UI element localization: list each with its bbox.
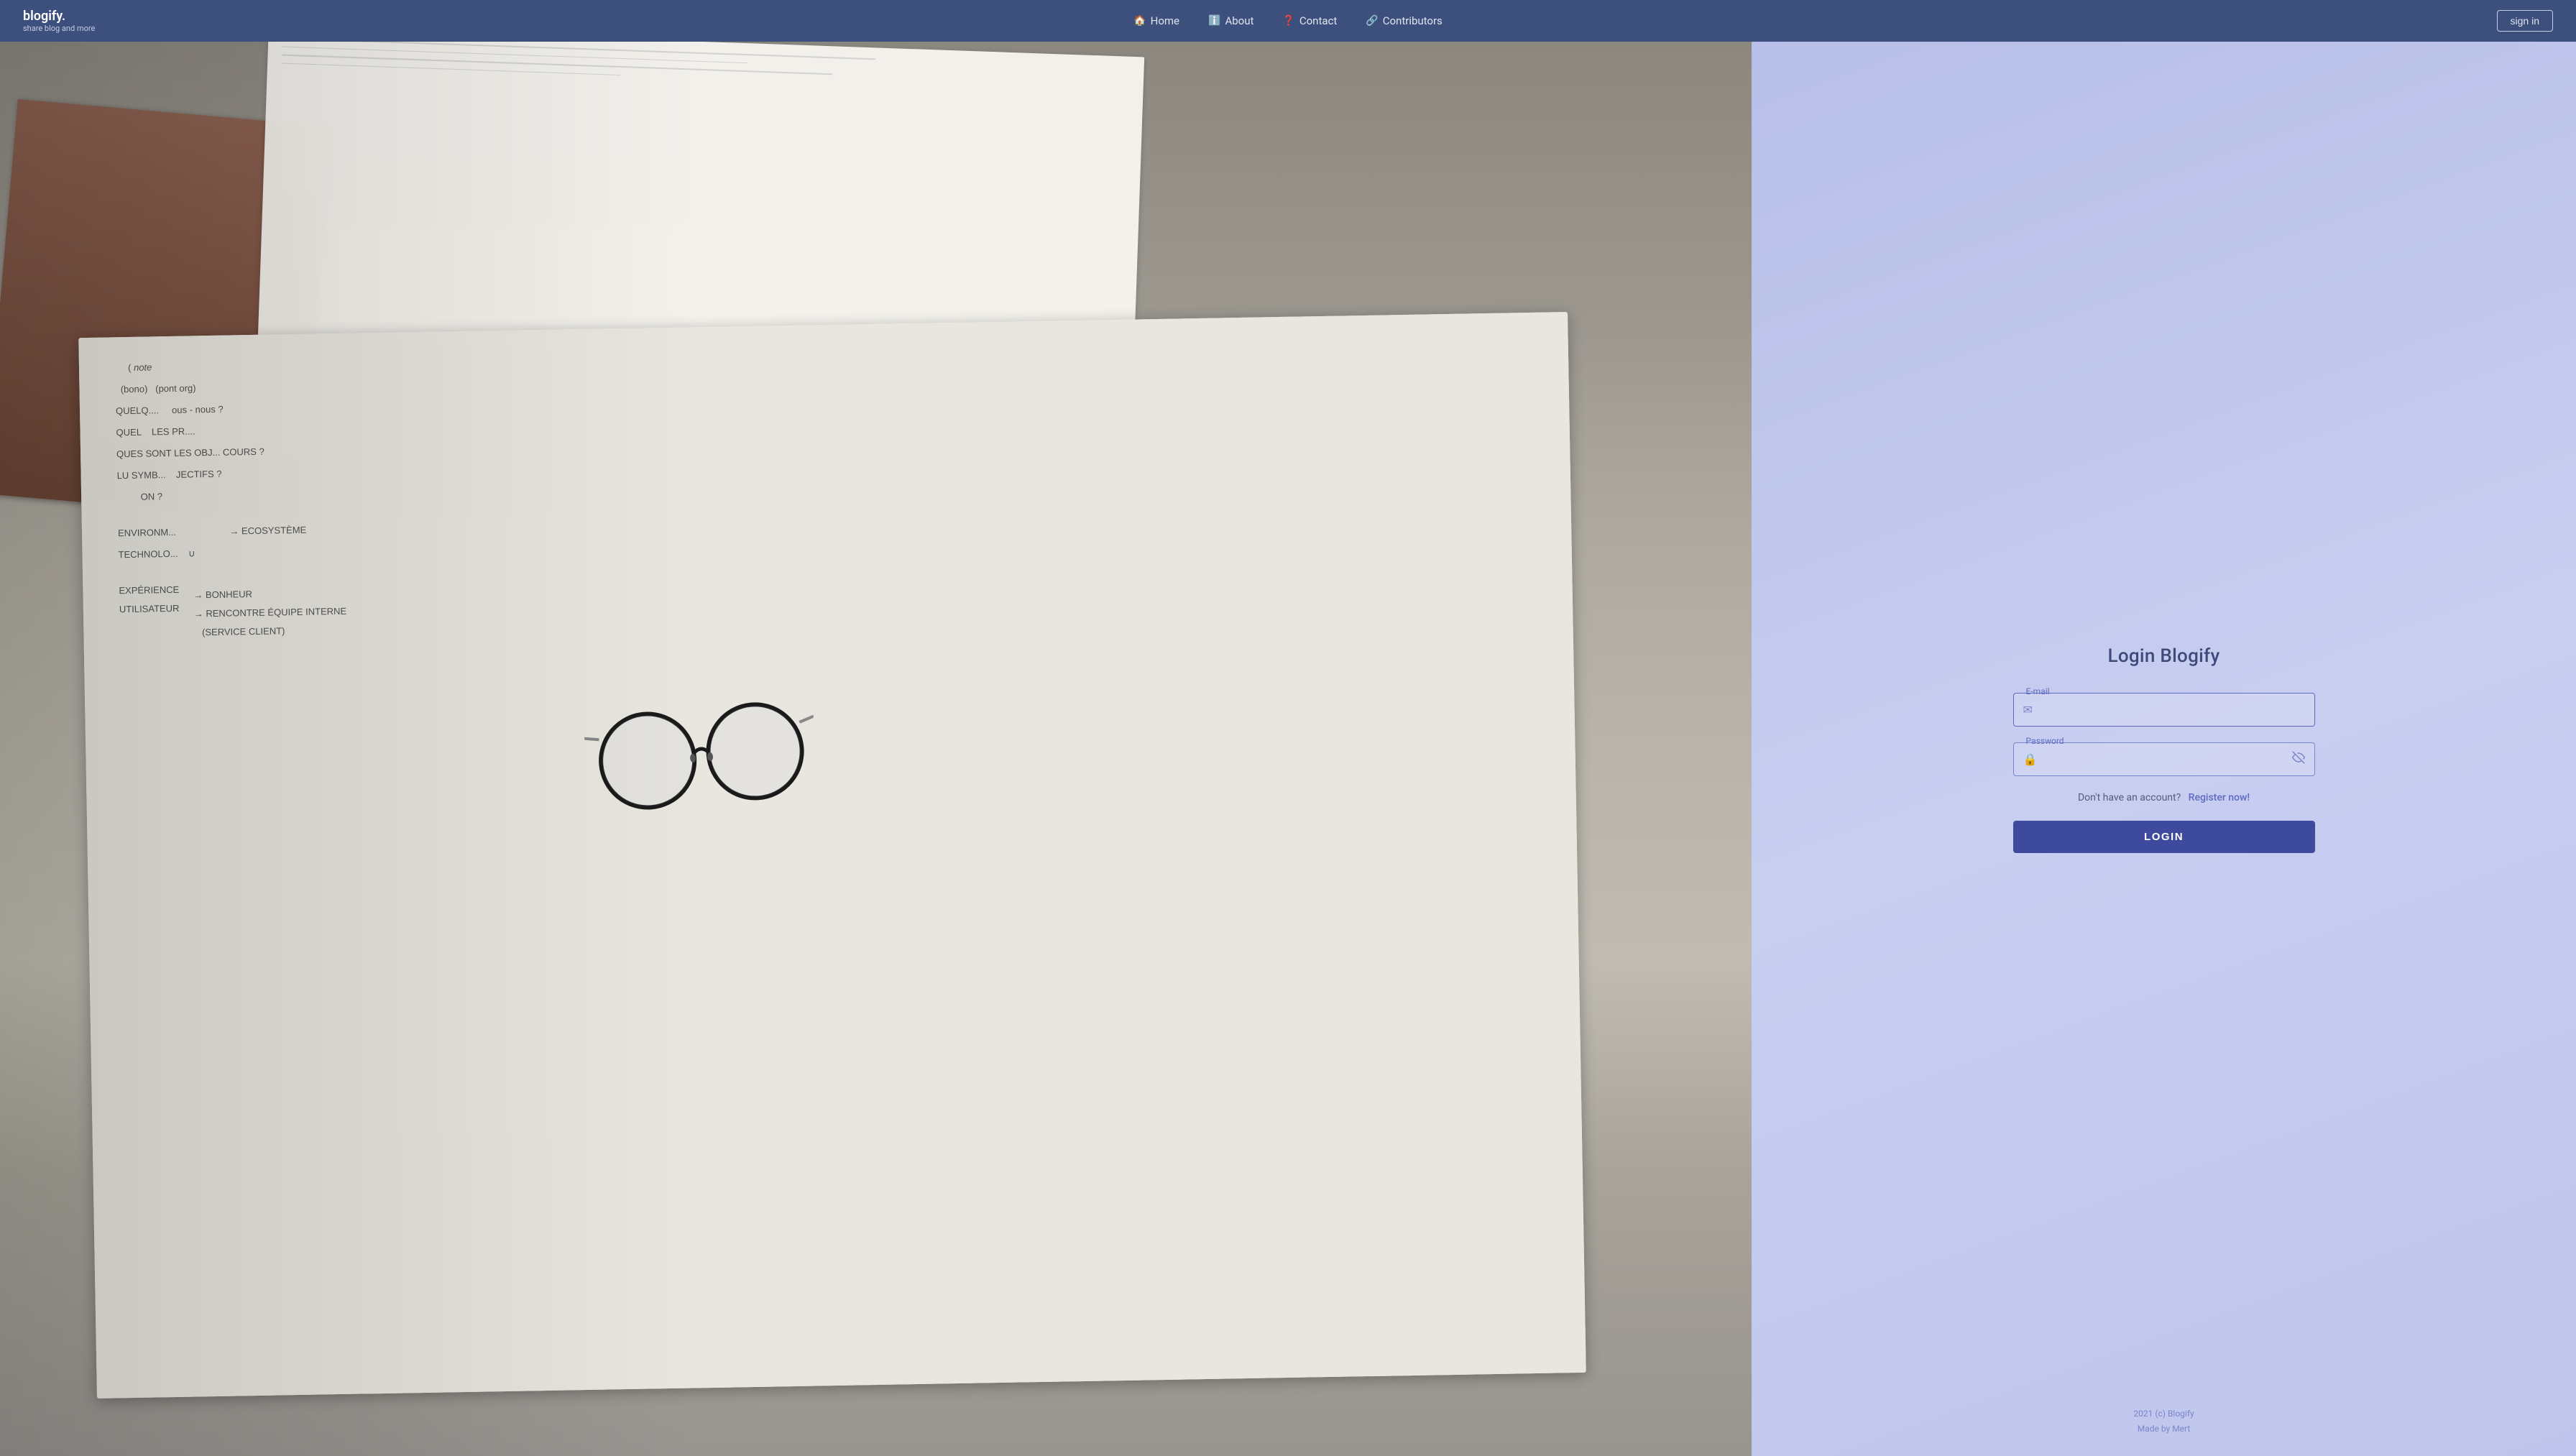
footer-line2: Made by Mert <box>2133 1422 2194 1436</box>
nav-about[interactable]: ℹ️ About <box>1208 14 1254 27</box>
password-label: Password <box>2023 736 2067 746</box>
email-label: E-mail <box>2023 686 2053 696</box>
login-button[interactable]: LOGIN <box>2013 821 2315 853</box>
nav-contact[interactable]: ❓ Contact <box>1282 14 1337 27</box>
footer: 2021 (c) Blogify Made by Mert <box>2133 1406 2194 1436</box>
register-text: Don't have an account? Register now! <box>2013 792 2315 803</box>
login-title: Login Blogify <box>2013 645 2315 667</box>
brand[interactable]: blogify. share blog and more <box>23 9 95 33</box>
photo-section: ( note (bono) (pont org) QUELQ.... ous -… <box>0 42 1752 1456</box>
register-link[interactable]: Register now! <box>2189 792 2250 803</box>
eye-off-icon[interactable] <box>2292 751 2305 767</box>
email-form-group: E-mail ✉ <box>2013 693 2315 727</box>
nav-contributors[interactable]: 🔗 Contributors <box>1366 14 1443 27</box>
nav-contributors-label: Contributors <box>1383 14 1443 27</box>
email-input-wrapper: ✉ <box>2013 693 2315 727</box>
login-card: Login Blogify E-mail ✉ Password 🔒 <box>2013 645 2315 853</box>
password-input-wrapper: 🔒 <box>2013 742 2315 776</box>
nav-contact-label: Contact <box>1300 14 1337 27</box>
home-icon: 🏠 <box>1133 15 1146 27</box>
photo-background: ( note (bono) (pont org) QUELQ.... ous -… <box>0 42 1752 1456</box>
footer-line1: 2021 (c) Blogify <box>2133 1406 2194 1421</box>
nav-home-label: Home <box>1151 14 1179 27</box>
email-input[interactable] <box>2013 693 2315 727</box>
brand-subtitle: share blog and more <box>23 24 95 33</box>
notebook: ( note (bono) (pont org) QUELQ.... ous -… <box>78 312 1586 1399</box>
nav-about-label: About <box>1225 14 1254 27</box>
sign-in-button[interactable]: sign in <box>2497 10 2553 32</box>
main-content: ( note (bono) (pont org) QUELQ.... ous -… <box>0 42 2576 1456</box>
password-form-group: Password 🔒 <box>2013 742 2315 776</box>
question-icon: ❓ <box>1282 15 1294 27</box>
info-icon: ℹ️ <box>1208 15 1220 27</box>
navbar: blogify. share blog and more 🏠 Home ℹ️ A… <box>0 0 2576 42</box>
link-icon: 🔗 <box>1366 15 1378 27</box>
nav-home[interactable]: 🏠 Home <box>1133 14 1179 27</box>
nav-links: 🏠 Home ℹ️ About ❓ Contact 🔗 Contributors <box>1133 14 1443 27</box>
no-account-text: Don't have an account? <box>2078 792 2181 803</box>
glasses-decoration <box>581 681 820 816</box>
password-input[interactable] <box>2013 742 2315 776</box>
notebook-text: ( note (bono) (pont org) QUELQ.... ous -… <box>115 333 1551 643</box>
paper-top <box>257 42 1144 368</box>
brand-title: blogify. <box>23 9 95 24</box>
login-section: Login Blogify E-mail ✉ Password 🔒 <box>1752 42 2576 1456</box>
